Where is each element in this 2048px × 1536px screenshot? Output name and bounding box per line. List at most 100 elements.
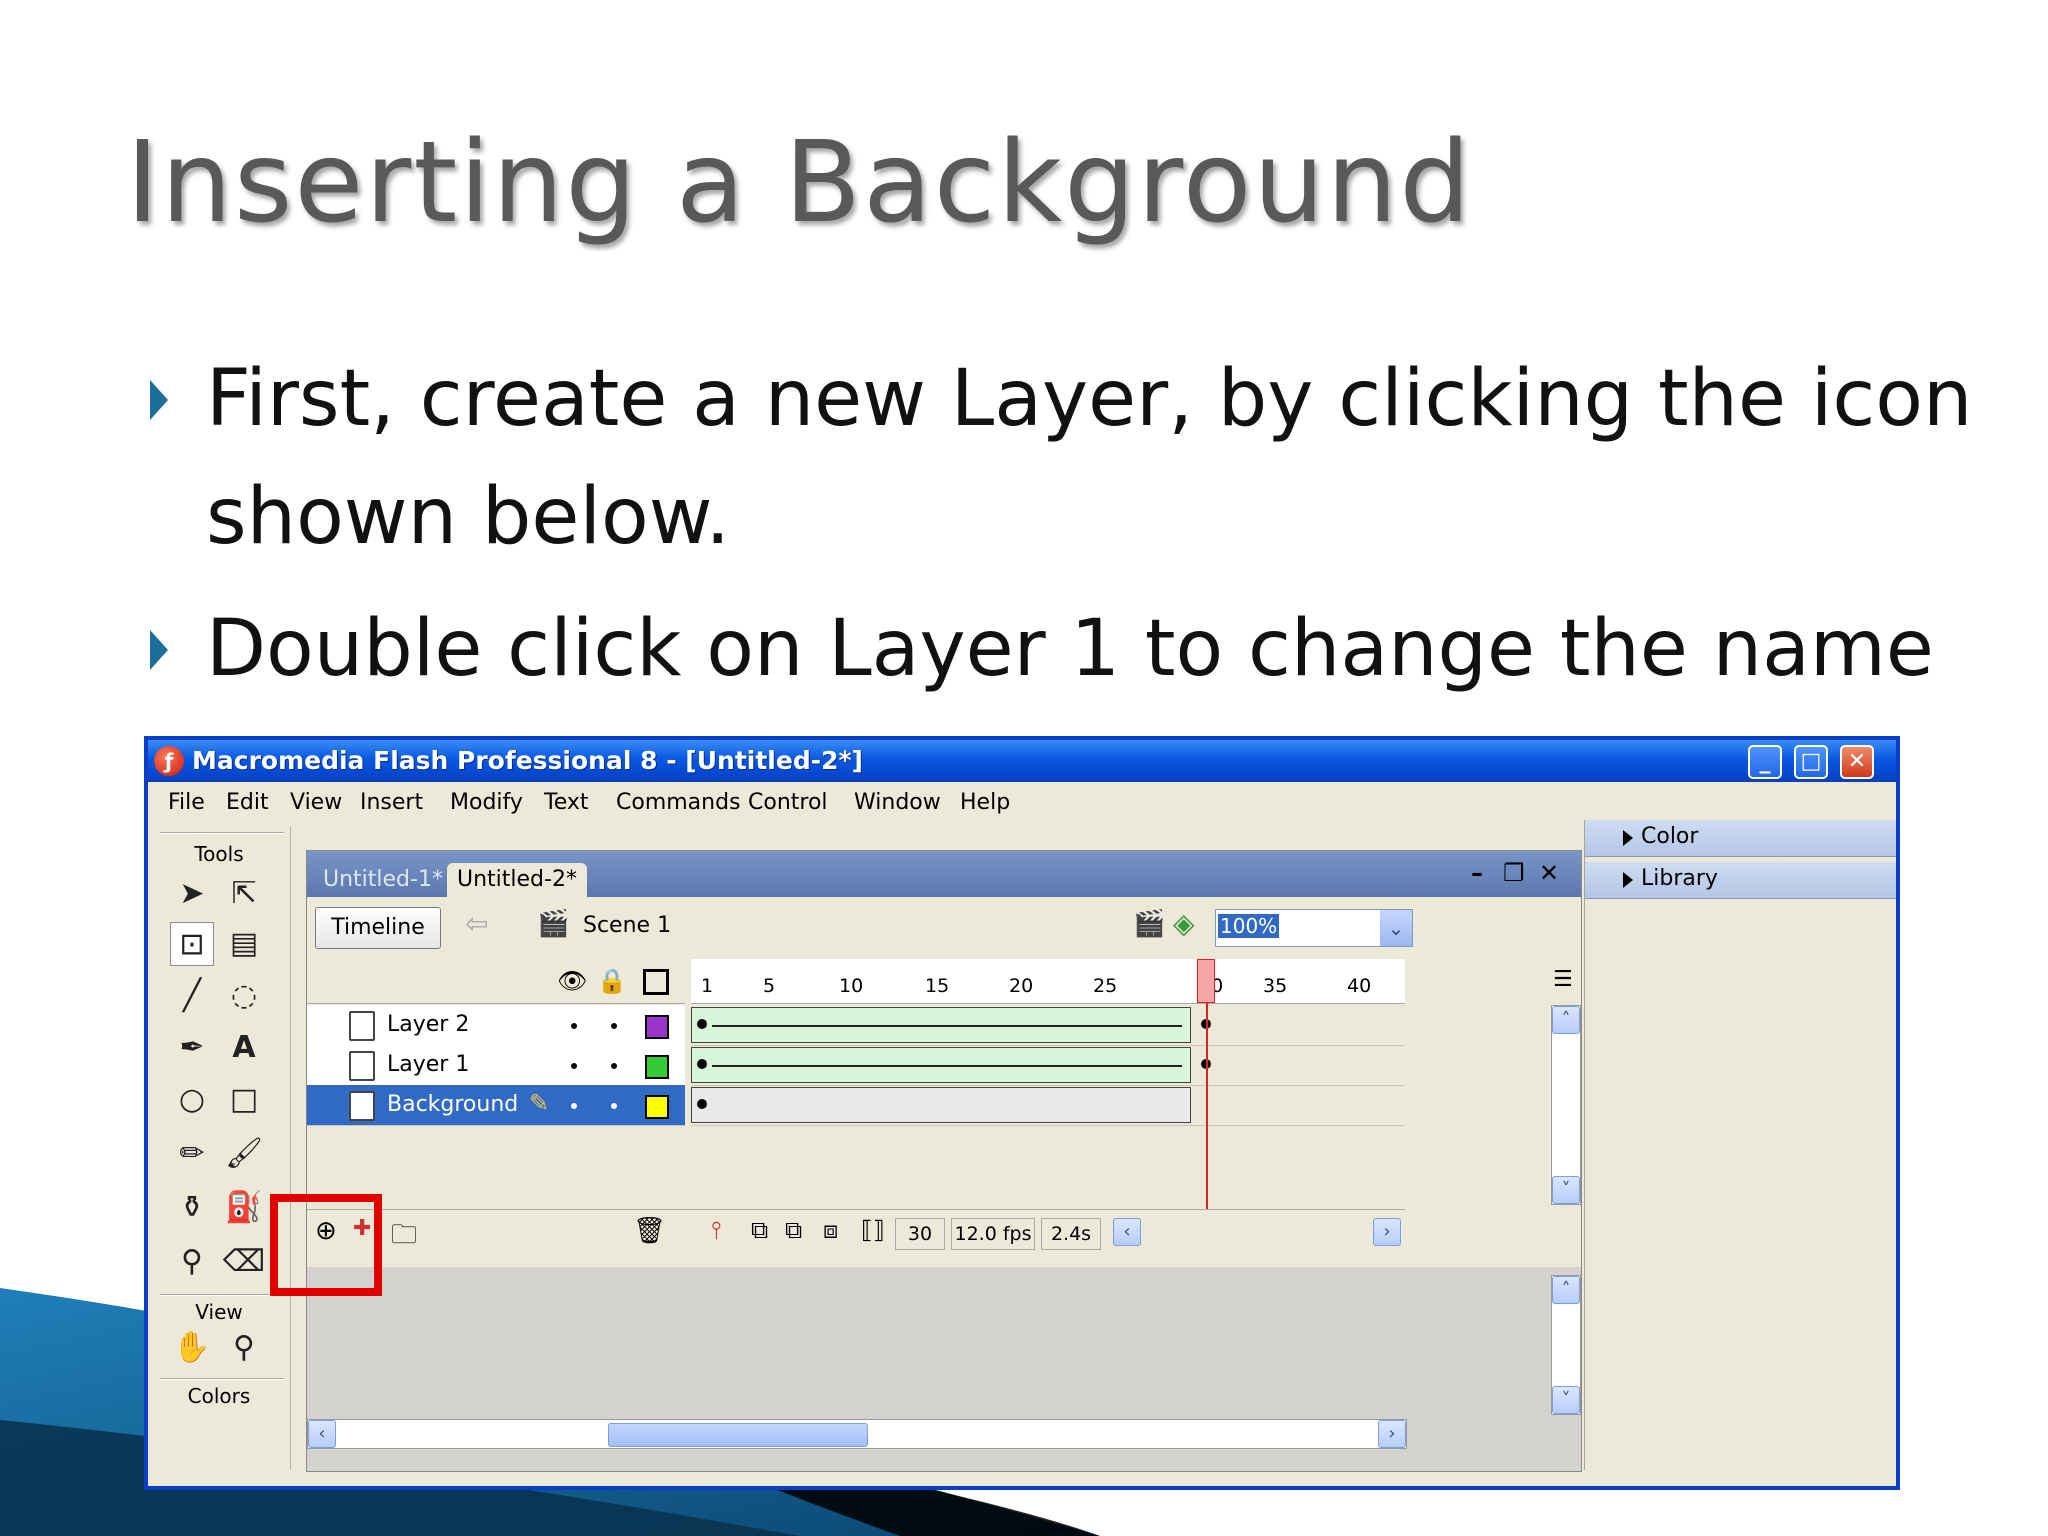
tab-untitled-2[interactable]: Untitled-2* [447, 863, 587, 897]
edit-scene-icon[interactable]: 🎬 [1133, 909, 1165, 939]
menu-modify[interactable]: Modify [450, 790, 523, 815]
layer-row-layer-1[interactable]: Layer 1 [307, 1045, 685, 1086]
zoom-select[interactable]: 100% ⌄ [1215, 909, 1413, 947]
chevron-down-icon[interactable]: ⌄ [1380, 910, 1412, 946]
lock-dot[interactable] [611, 1063, 617, 1069]
scroll-left-icon[interactable]: ‹ [1113, 1218, 1141, 1246]
keyframe[interactable] [697, 1059, 707, 1069]
scroll-right-icon[interactable]: › [1373, 1218, 1401, 1246]
pencil-tool-icon[interactable]: ✏ [170, 1132, 214, 1176]
tab-untitled-1[interactable]: Untitled-1* [313, 863, 453, 897]
edit-symbols-icon[interactable]: ◈ [1173, 907, 1195, 940]
eraser-tool-icon[interactable]: ⌫ [222, 1240, 266, 1284]
menu-bar: File Edit View Insert Modify Text Comman… [148, 782, 1896, 820]
scroll-down-icon[interactable]: ˅ [1552, 1176, 1580, 1204]
panel-library[interactable]: Library [1585, 862, 1896, 899]
pen-tool-icon[interactable]: ✒ [170, 1026, 214, 1070]
layer-color-swatch[interactable] [645, 1095, 669, 1119]
panel-color[interactable]: Color [1585, 820, 1896, 857]
lock-icon[interactable]: 🔒 [597, 967, 627, 995]
maximize-button[interactable]: □ [1794, 745, 1828, 779]
visibility-dot[interactable] [571, 1103, 577, 1109]
zoom-tool-icon[interactable]: ⚲ [222, 1326, 266, 1370]
rectangle-tool-icon[interactable]: □ [222, 1078, 266, 1122]
layer-color-swatch[interactable] [645, 1055, 669, 1079]
show-hide-eye-icon[interactable]: 👁 [557, 967, 587, 995]
back-arrow-icon[interactable]: ⇦ [465, 907, 488, 940]
menu-insert[interactable]: Insert [360, 790, 423, 815]
menu-control[interactable]: Control [748, 790, 828, 815]
subselection-tool-icon[interactable]: ⇱ [222, 872, 266, 916]
brush-tool-icon[interactable]: 🖌 [222, 1132, 266, 1176]
close-button[interactable]: ✕ [1840, 745, 1874, 779]
visibility-dot[interactable] [571, 1063, 577, 1069]
frames-background[interactable] [691, 1085, 1405, 1126]
motion-tween[interactable] [691, 1007, 1191, 1043]
frames-layer-2[interactable] [691, 1005, 1405, 1046]
lock-dot[interactable] [611, 1023, 617, 1029]
title-bar[interactable]: ƒ Macromedia Flash Professional 8 - [Unt… [148, 740, 1896, 782]
edit-multiple-frames-icon[interactable]: ⧈ [823, 1216, 838, 1244]
doc-restore-icon[interactable]: ❐ [1503, 859, 1525, 887]
modify-onion-markers-icon[interactable]: ⟦⟧ [861, 1216, 885, 1244]
scroll-thumb[interactable] [608, 1423, 868, 1447]
menu-text[interactable]: Text [544, 790, 589, 815]
timeline-panel: 👁 🔒 1 5 10 15 20 25 30 35 40 ☰ Layer 2 [307, 959, 1581, 1267]
timeline-button[interactable]: Timeline [315, 907, 441, 949]
keyframe[interactable] [697, 1019, 707, 1029]
visibility-dot[interactable] [571, 1023, 577, 1029]
timeline-status-bar: ⊕ ✚ 🗀 🗑 ⫯ ⧉ ⧉ ⧈ ⟦⟧ 30 12.0 fps 2.4s ‹ › [307, 1209, 1405, 1254]
stage-vertical-scrollbar[interactable]: ˄ ˅ [1551, 1275, 1581, 1415]
menu-commands[interactable]: Commands [616, 790, 741, 815]
onion-skin-icon[interactable]: ⧉ [751, 1216, 768, 1244]
scroll-up-icon[interactable]: ˄ [1552, 1006, 1580, 1034]
tools-grip [160, 832, 284, 834]
menu-window[interactable]: Window [854, 790, 941, 815]
selection-tool-icon[interactable]: ➤ [170, 872, 214, 916]
outline-icon[interactable] [643, 969, 669, 995]
doc-close-icon[interactable]: ✕ [1539, 859, 1559, 887]
onion-skin-outlines-icon[interactable]: ⧉ [785, 1216, 802, 1244]
bullet-marker-icon [150, 380, 168, 420]
center-frame-icon[interactable]: ⫯ [711, 1216, 721, 1244]
line-tool-icon[interactable]: ╱ [170, 974, 214, 1018]
menu-help[interactable]: Help [960, 790, 1010, 815]
stage-horizontal-scrollbar[interactable]: ‹ › [307, 1419, 1407, 1449]
hand-tool-icon[interactable]: ✋ [170, 1326, 214, 1370]
text-tool-icon[interactable]: A [222, 1026, 266, 1070]
lock-dot[interactable] [611, 1103, 617, 1109]
scroll-up-icon[interactable]: ˄ [1552, 1276, 1580, 1304]
scroll-right-icon[interactable]: › [1378, 1420, 1406, 1448]
menu-view[interactable]: View [290, 790, 342, 815]
minimize-button[interactable]: _ [1748, 745, 1782, 779]
expand-arrow-icon[interactable] [1623, 830, 1633, 846]
timeline-menu-icon[interactable]: ☰ [1553, 967, 1573, 992]
static-frames[interactable] [691, 1087, 1191, 1123]
menu-file[interactable]: File [168, 790, 205, 815]
layer-color-swatch[interactable] [645, 1015, 669, 1039]
scroll-down-icon[interactable]: ˅ [1552, 1386, 1580, 1414]
oval-tool-icon[interactable]: ○ [170, 1078, 214, 1122]
playhead[interactable] [1197, 959, 1215, 1003]
doc-minimize-icon[interactable]: – [1471, 859, 1483, 887]
lasso-tool-icon[interactable]: ◌ [222, 974, 266, 1018]
layer-row-layer-2[interactable]: Layer 2 [307, 1005, 685, 1046]
free-transform-tool-icon[interactable]: ⊡ [170, 922, 214, 966]
frame-number: 35 [1263, 975, 1288, 997]
layer-row-background[interactable]: Background ✎ [307, 1085, 685, 1126]
delete-layer-icon[interactable]: 🗑 [633, 1216, 666, 1246]
eyedropper-tool-icon[interactable]: ⚲ [170, 1240, 214, 1284]
frame-number: 15 [925, 975, 950, 997]
motion-tween[interactable] [691, 1047, 1191, 1083]
ink-bottle-tool-icon[interactable]: ⚱ [170, 1186, 214, 1230]
gradient-transform-tool-icon[interactable]: ▤ [222, 922, 266, 966]
timeline-vertical-scrollbar[interactable]: ˄ ˅ [1551, 1005, 1581, 1205]
frames-layer-1[interactable] [691, 1045, 1405, 1086]
keyframe[interactable] [697, 1099, 707, 1109]
scroll-left-icon[interactable]: ‹ [308, 1420, 336, 1448]
paint-bucket-tool-icon[interactable]: ⛽ [222, 1186, 266, 1230]
insert-layer-folder-icon[interactable]: 🗀 [391, 1216, 417, 1260]
menu-edit[interactable]: Edit [226, 790, 269, 815]
bullet-marker-icon [150, 630, 168, 670]
expand-arrow-icon[interactable] [1623, 872, 1633, 888]
